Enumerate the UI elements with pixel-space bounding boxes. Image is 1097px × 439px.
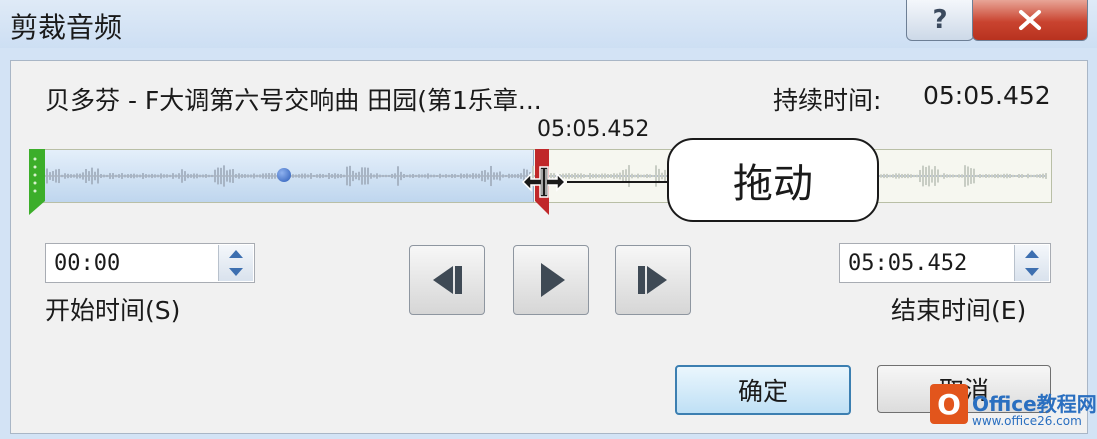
duration-label: 持续时间: bbox=[773, 86, 882, 115]
start-spin-down[interactable] bbox=[219, 263, 253, 281]
start-spin-up[interactable] bbox=[219, 245, 253, 263]
close-icon bbox=[1019, 10, 1041, 30]
spin-up-icon bbox=[1025, 250, 1039, 258]
watermark-url: www.office26.com bbox=[972, 414, 1082, 428]
trim-audio-dialog: 剪裁音频 ? 贝多芬 - F大调第六号交响曲 田园(第1乐章... 持续时间: … bbox=[0, 0, 1097, 439]
previous-frame-icon bbox=[433, 266, 462, 294]
help-icon: ? bbox=[932, 5, 948, 35]
close-button[interactable] bbox=[972, 0, 1088, 41]
start-time-label: 开始时间(S) bbox=[45, 296, 181, 325]
dialog-body: 贝多芬 - F大调第六号交响曲 田园(第1乐章... 持续时间: 05:05.4… bbox=[10, 60, 1088, 434]
previous-frame-button[interactable] bbox=[409, 245, 485, 315]
play-button[interactable] bbox=[513, 245, 589, 315]
end-time-spinner[interactable] bbox=[1014, 245, 1049, 281]
song-title: 贝多芬 - F大调第六号交响曲 田园(第1乐章... bbox=[45, 86, 542, 115]
watermark-site: Office教程网 bbox=[972, 392, 1097, 416]
title-bar: 剪裁音频 ? bbox=[0, 0, 1097, 48]
playhead[interactable] bbox=[277, 168, 291, 182]
callout-line bbox=[567, 181, 673, 183]
end-time-label: 结束时间(E) bbox=[891, 296, 1027, 325]
start-trim-handle[interactable] bbox=[29, 149, 45, 217]
watermark: O Office教程网 www.office26.com bbox=[930, 384, 1097, 432]
next-frame-button[interactable] bbox=[615, 245, 691, 315]
play-icon bbox=[541, 263, 565, 297]
spin-down-icon bbox=[1025, 268, 1039, 276]
end-time-input[interactable] bbox=[840, 244, 1000, 282]
start-time-input[interactable] bbox=[46, 244, 206, 282]
end-spin-down[interactable] bbox=[1015, 263, 1049, 281]
next-frame-icon bbox=[638, 266, 667, 294]
end-time-input-box bbox=[839, 243, 1051, 283]
duration-value: 05:05.452 bbox=[923, 81, 1051, 110]
callout-text: 拖动 bbox=[733, 161, 813, 207]
watermark-logo: O bbox=[930, 384, 968, 424]
help-button[interactable]: ? bbox=[906, 0, 974, 41]
resize-cursor-icon bbox=[521, 166, 567, 198]
end-spin-up[interactable] bbox=[1015, 245, 1049, 263]
dialog-title: 剪裁音频 bbox=[10, 11, 123, 44]
end-marker-time: 05:05.452 bbox=[537, 117, 650, 142]
spin-down-icon bbox=[229, 268, 243, 276]
spin-up-icon bbox=[229, 250, 243, 258]
ok-button[interactable]: 确定 bbox=[675, 365, 851, 415]
drag-callout: 拖动 bbox=[667, 138, 879, 222]
start-time-spinner[interactable] bbox=[218, 245, 253, 281]
start-time-input-box bbox=[45, 243, 255, 283]
